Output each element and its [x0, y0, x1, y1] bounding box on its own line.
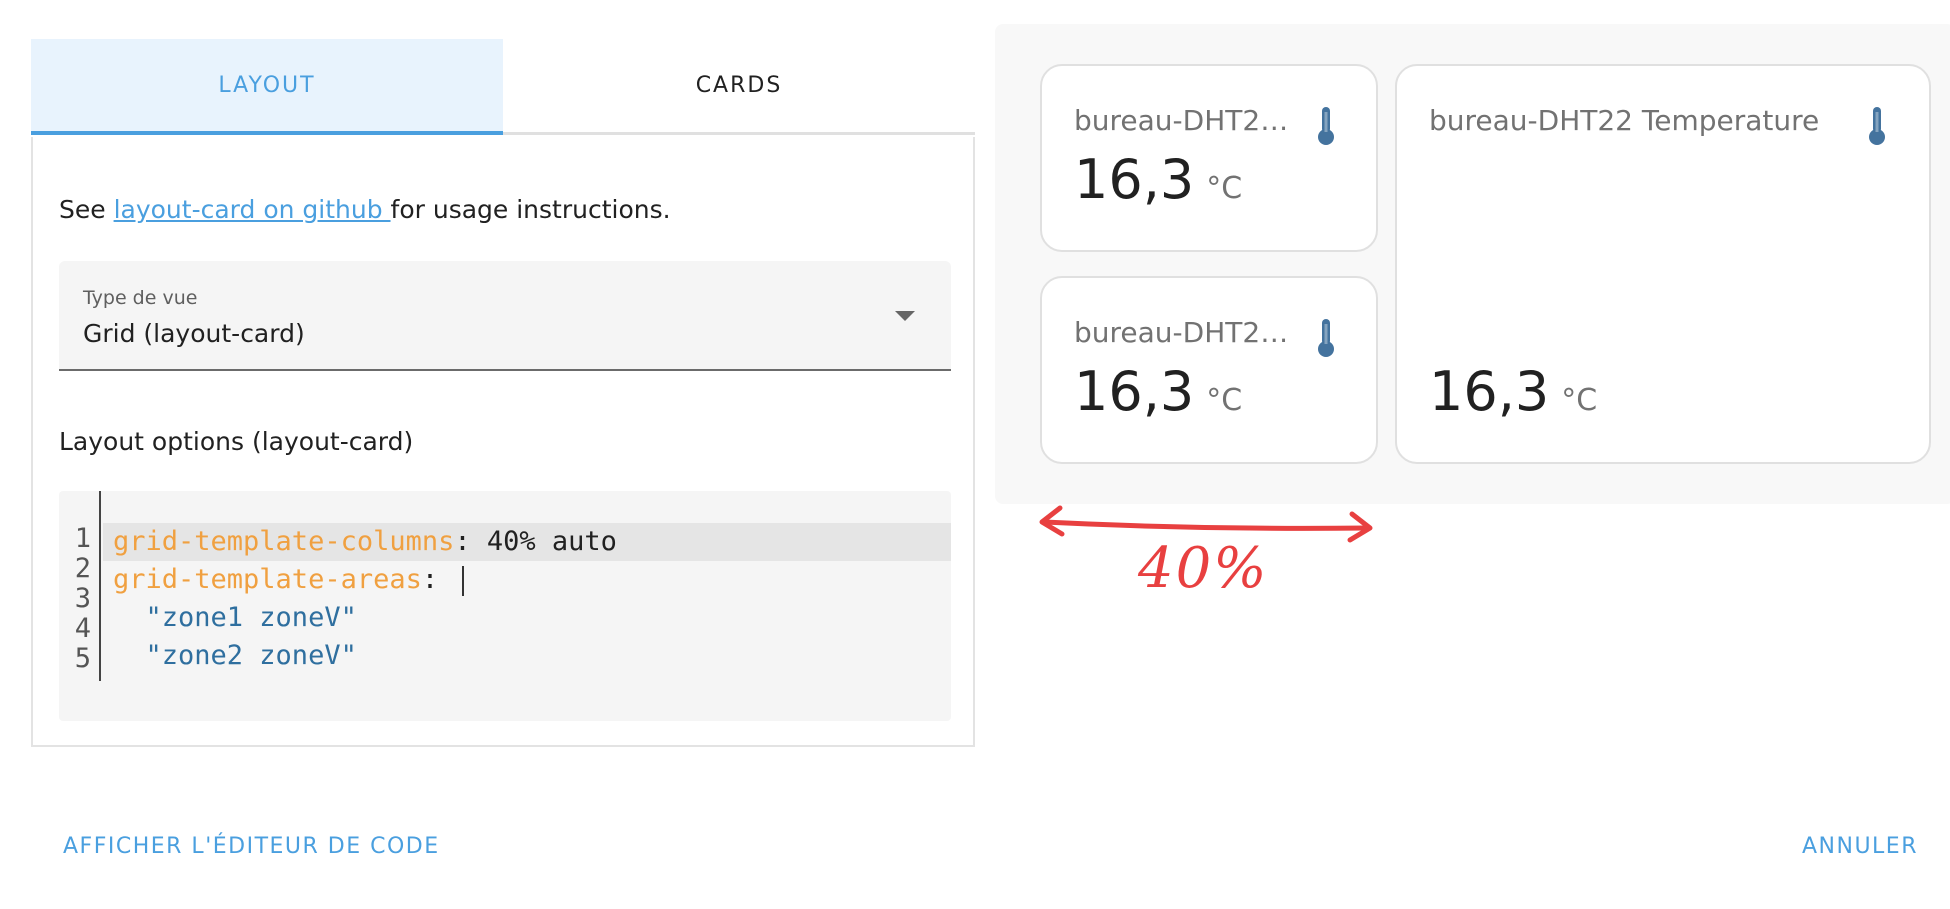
- yaml-code-editor[interactable]: 1 2 3 4 5 grid-template-columns: 40% aut…: [59, 491, 951, 721]
- line-number: 4: [74, 613, 91, 644]
- code-line[interactable]: "zone2 zoneV": [103, 637, 357, 675]
- code-line[interactable]: "zone1 zoneV": [103, 599, 357, 637]
- sensor-value: 16,3: [1074, 360, 1195, 423]
- view-type-label: Type de vue: [83, 287, 198, 309]
- yaml-block-indicator: [454, 564, 465, 596]
- yaml-separator: :: [421, 564, 455, 595]
- sensor-card[interactable]: bureau-DHT22 Temperature 16,3 °C: [1040, 64, 1378, 252]
- show-code-editor-button[interactable]: AFFICHER L'ÉDITEUR DE CODE: [63, 834, 440, 859]
- code-line[interactable]: grid-template-columns: 40% auto: [103, 523, 951, 561]
- usage-suffix: for usage instructions.: [390, 195, 671, 224]
- yaml-key: grid-template-columns: [113, 526, 455, 557]
- thermometer-icon: [1318, 319, 1334, 357]
- yaml-value: 40% auto: [486, 526, 617, 557]
- code-line[interactable]: grid-template-areas:: [103, 561, 465, 599]
- line-number-gutter: 1 2 3 4 5: [59, 491, 101, 681]
- thermometer-icon: [1318, 107, 1334, 145]
- view-type-value: Grid (layout-card): [83, 319, 305, 348]
- sensor-unit: °C: [1206, 171, 1243, 206]
- tab-layout[interactable]: LAYOUT: [31, 39, 503, 135]
- text-cursor: [462, 565, 465, 596]
- usage-instructions: See layout-card on github for usage inst…: [59, 195, 671, 224]
- sensor-card-reading: 16,3 °C: [1074, 148, 1242, 211]
- github-link[interactable]: layout-card on github: [114, 195, 391, 224]
- usage-prefix: See: [59, 195, 114, 224]
- layout-editor-panel: See layout-card on github for usage inst…: [31, 137, 975, 747]
- line-number: 5: [74, 643, 91, 674]
- tab-cards[interactable]: CARDS: [503, 39, 975, 135]
- yaml-separator: :: [454, 526, 487, 557]
- sensor-value: 16,3: [1074, 148, 1195, 211]
- yaml-key: grid-template-areas: [113, 564, 422, 595]
- sensor-unit: °C: [1561, 383, 1598, 418]
- line-number: 1: [74, 523, 91, 554]
- line-number: 2: [74, 553, 91, 584]
- sensor-card[interactable]: bureau-DHT22 Temperature 16,3 °C: [1040, 276, 1378, 464]
- dropdown-arrow-icon[interactable]: [895, 311, 915, 321]
- annotation-label: 40%: [1138, 536, 1269, 601]
- cancel-button[interactable]: ANNULER: [1802, 834, 1918, 859]
- sensor-unit: °C: [1206, 383, 1243, 418]
- sensor-card-name: bureau-DHT22 Temperature: [1074, 316, 1294, 349]
- sensor-card[interactable]: bureau-DHT22 Temperature 16,3 °C: [1395, 64, 1931, 464]
- sensor-card-name: bureau-DHT22 Temperature: [1074, 104, 1294, 137]
- yaml-string: "zone2 zoneV": [113, 640, 357, 671]
- layout-preview: bureau-DHT22 Temperature 16,3 °C bureau-D…: [995, 24, 1950, 504]
- layout-options-title: Layout options (layout-card): [59, 427, 414, 456]
- sensor-card-name: bureau-DHT22 Temperature: [1429, 104, 1820, 137]
- line-number: 3: [74, 583, 91, 614]
- sensor-card-reading: 16,3 °C: [1429, 360, 1597, 423]
- sensor-card-reading: 16,3 °C: [1074, 360, 1242, 423]
- yaml-string: "zone1 zoneV": [113, 602, 357, 633]
- sensor-value: 16,3: [1429, 360, 1550, 423]
- editor-tabs: LAYOUT CARDS: [31, 39, 975, 135]
- thermometer-icon: [1869, 107, 1885, 145]
- view-type-select[interactable]: Type de vue Grid (layout-card): [59, 261, 951, 371]
